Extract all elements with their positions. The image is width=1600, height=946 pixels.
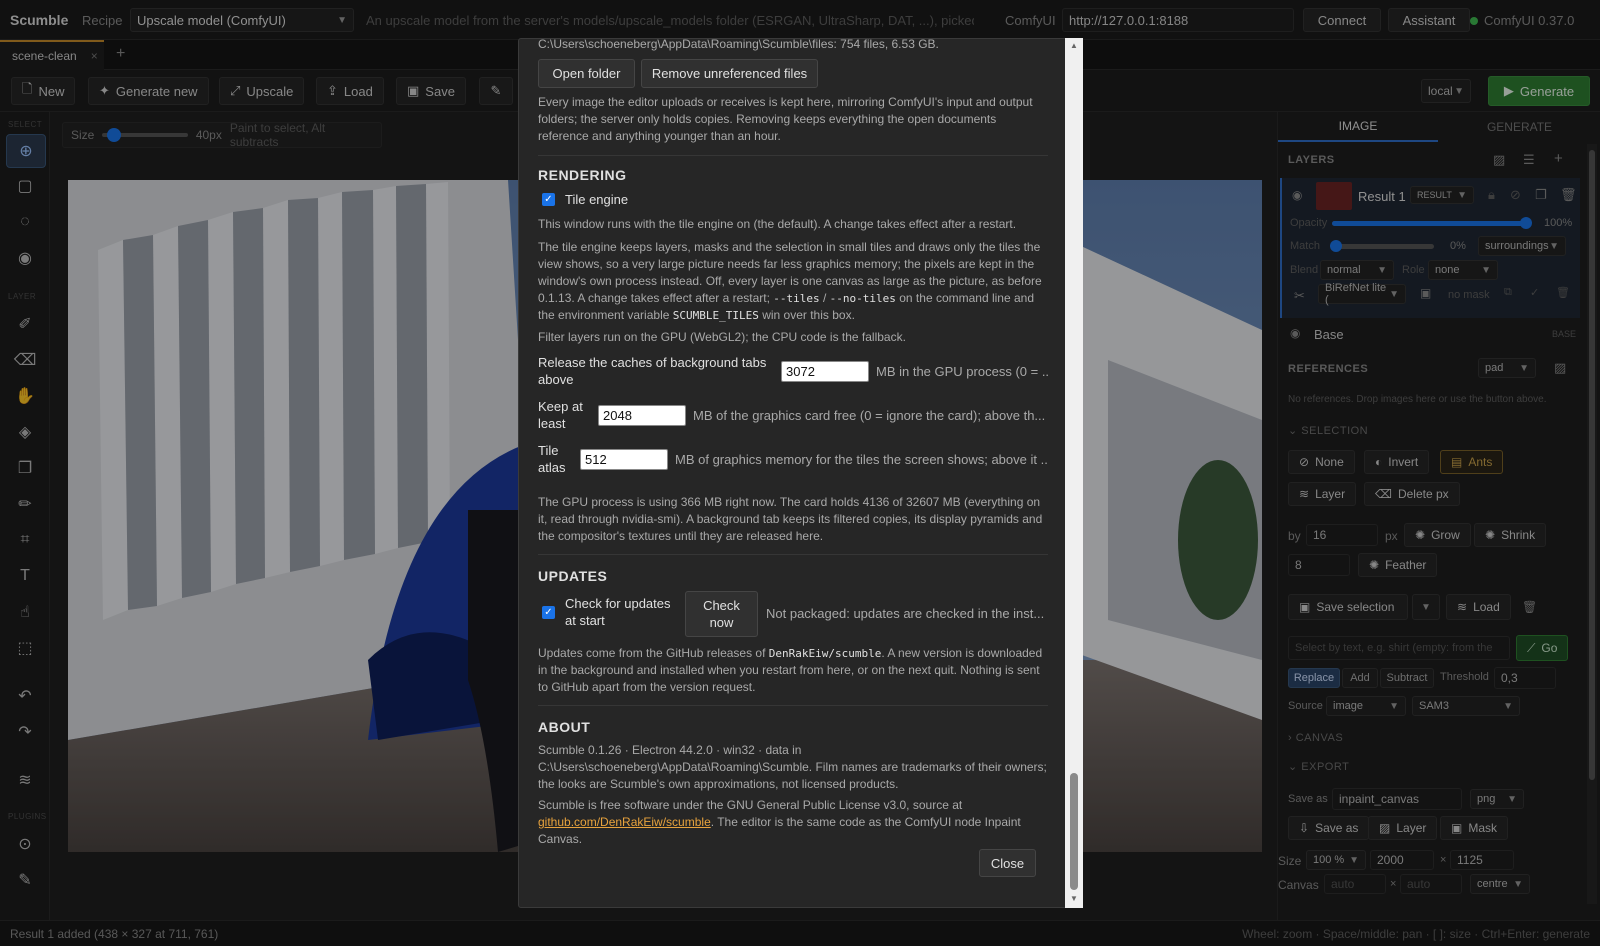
tile-atlas-input[interactable]: 512 xyxy=(580,449,668,470)
files-description: Every image the editor uploads or receiv… xyxy=(538,95,1033,143)
tile-atlas-value: 512 xyxy=(585,452,607,467)
gpu-usage-description: The GPU process is using 366 MB right no… xyxy=(538,495,1043,543)
filter-note: Filter layers run on the GPU (WebGL2); t… xyxy=(538,330,906,344)
license-text: Scumble is free software under the GNU G… xyxy=(538,797,1048,848)
keep-free-unit: MB of the graphics card free (0 = ignore… xyxy=(693,408,1046,423)
tile-engine-checkbox-row[interactable]: ✓ Tile engine xyxy=(542,192,628,207)
open-folder-button[interactable]: Open folder xyxy=(538,59,635,88)
check-now-button[interactable]: Check now xyxy=(685,591,758,637)
dialog-scrollbar[interactable]: ▲ ▼ xyxy=(1065,38,1083,908)
divider xyxy=(538,554,1048,555)
keep-free-input[interactable]: 2048 xyxy=(598,405,686,426)
dialog-scrollbar-thumb[interactable] xyxy=(1070,773,1078,890)
release-caches-unit: MB in the GPU process (0 = ... xyxy=(876,364,1048,379)
source-link[interactable]: github.com/DenRakEiw/scumble xyxy=(538,815,711,829)
code-tiles: --tiles xyxy=(773,292,820,305)
tile-engine-description: The tile engine keeps layers, masks and … xyxy=(538,239,1048,324)
remove-unreferenced-button[interactable]: Remove unreferenced files xyxy=(641,59,818,88)
divider xyxy=(538,155,1048,156)
tile-desc-part-3: win over this box. xyxy=(762,308,855,322)
code-env-var: SCUMBLE_TILES xyxy=(672,309,759,322)
check-updates-checkbox-row[interactable]: ✓ Check for updates at start xyxy=(542,595,683,629)
divider xyxy=(538,705,1048,706)
settings-dialog: C:\Users\schoeneberg\AppData\Roaming\Scu… xyxy=(518,38,1083,908)
check-updates-label: Check for updates at start xyxy=(565,596,671,628)
close-button[interactable]: Close xyxy=(979,849,1036,877)
updates-description: Updates come from the GitHub releases of… xyxy=(538,645,1048,696)
code-no-tiles: --no-tiles xyxy=(829,292,896,305)
release-caches-value: 3072 xyxy=(786,364,815,379)
tile-engine-label: Tile engine xyxy=(565,192,629,207)
tile-atlas-unit: MB of graphics memory for the tiles the … xyxy=(675,452,1048,467)
keep-free-value: 2048 xyxy=(603,408,632,423)
tile-engine-checkbox[interactable]: ✓ xyxy=(542,193,555,206)
check-updates-checkbox[interactable]: ✓ xyxy=(542,605,555,619)
tile-engine-note: This window runs with the tile engine on… xyxy=(538,217,1017,231)
updates-desc-part-1: Updates come from the GitHub releases of xyxy=(538,646,766,660)
updates-heading: UPDATES xyxy=(538,568,608,584)
tile-atlas-label: Tile atlas xyxy=(538,443,566,475)
code-repo: DenRakEiw/scumble xyxy=(768,647,882,660)
files-path-text: C:\Users\schoeneberg\AppData\Roaming\Scu… xyxy=(538,38,939,51)
about-description: Scumble 0.1.26 · Electron 44.2.0 · win32… xyxy=(538,743,1047,791)
tile-desc-slash: / xyxy=(822,291,827,305)
rendering-heading: RENDERING xyxy=(538,167,627,183)
license-part-1: Scumble is free software under the GNU G… xyxy=(538,798,963,812)
keep-free-label: Keep at least xyxy=(538,399,583,431)
release-caches-input[interactable]: 3072 xyxy=(781,361,869,382)
about-heading: ABOUT xyxy=(538,719,591,735)
scroll-up-icon[interactable]: ▲ xyxy=(1070,41,1078,50)
scroll-down-icon[interactable]: ▼ xyxy=(1070,894,1078,903)
update-status-text: Not packaged: updates are checked in the… xyxy=(766,606,1045,621)
release-caches-label: Release the caches of background tabs ab… xyxy=(538,355,767,387)
